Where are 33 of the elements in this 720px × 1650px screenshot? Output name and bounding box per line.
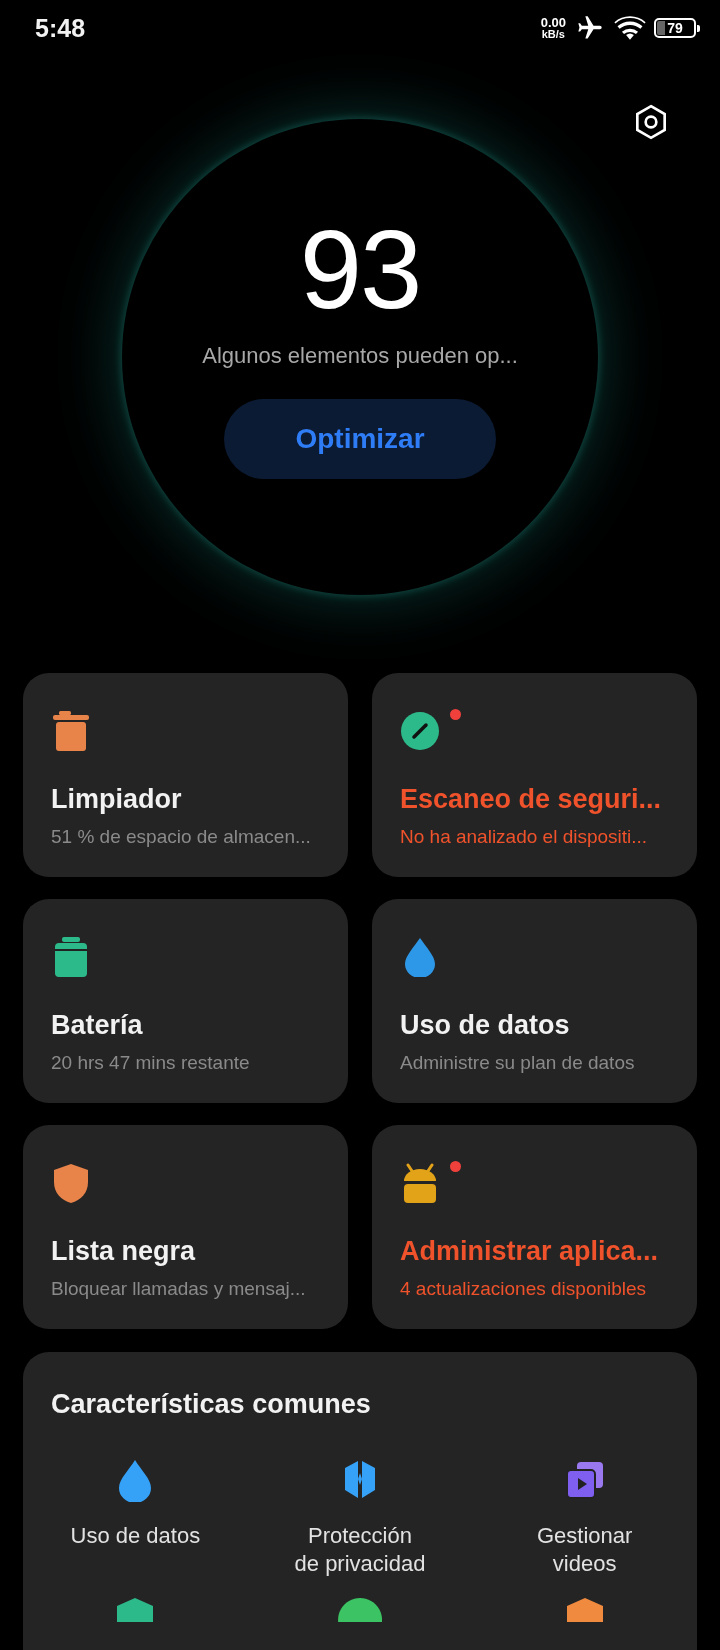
gauge-icon bbox=[400, 711, 440, 751]
card-title: Escaneo de seguri... bbox=[400, 783, 663, 816]
shield-icon bbox=[51, 1163, 91, 1203]
card-title: Lista negra bbox=[51, 1235, 197, 1268]
feature-card[interactable]: Lista negra Bloquear llamadas y mensaj... bbox=[23, 1125, 348, 1329]
clock-time: 5:48 bbox=[35, 13, 86, 43]
feature-card[interactable]: Batería 20 hrs 47 mins restante bbox=[23, 899, 348, 1103]
section-heading: Características comunes bbox=[50, 1388, 372, 1421]
score-message: Algunos elementos pueden op... bbox=[202, 343, 518, 369]
card-subtitle: No ha analizado el dispositi... bbox=[400, 825, 649, 849]
score-value: 93 bbox=[299, 214, 421, 326]
card-subtitle: 4 actualizaciones disponibles bbox=[400, 1277, 648, 1301]
card-title: Limpiador bbox=[51, 783, 183, 816]
card-title: Uso de datos bbox=[400, 1009, 571, 1042]
trash-icon bbox=[51, 711, 91, 751]
battery-level: 79 bbox=[667, 20, 683, 36]
feature-card[interactable]: Administrar aplica... 4 actualizaciones disponibles bbox=[372, 1125, 697, 1329]
network-speed: 0.00 bbox=[540, 16, 566, 29]
feature-card[interactable]: Uso de datos Administre su plan de datos bbox=[372, 899, 697, 1103]
card-subtitle: 51 % de espacio de almacen... bbox=[51, 825, 312, 849]
feature-card[interactable]: Limpiador 51 % de espacio de almacen... bbox=[23, 673, 348, 877]
feature-shortcut[interactable]: Uso de datos bbox=[23, 1458, 248, 1578]
card-subtitle: Bloquear llamadas y mensaj... bbox=[51, 1277, 307, 1301]
card-title: Administrar aplica... bbox=[400, 1235, 660, 1268]
network-speed-unit: kB/s bbox=[541, 29, 565, 40]
card-title: Batería bbox=[51, 1009, 144, 1042]
optimize-button[interactable]: Optimizar bbox=[224, 399, 496, 479]
feature-card[interactable]: Escaneo de seguri... No ha analizado el dispositi... bbox=[372, 673, 697, 877]
feature-shortcut[interactable]: Gestionar videos bbox=[472, 1458, 697, 1578]
feature-shortcut[interactable]: Protección de privacidad bbox=[247, 1458, 473, 1578]
card-subtitle: 20 hrs 47 mins restante bbox=[51, 1051, 251, 1075]
wifi-icon bbox=[614, 15, 646, 41]
card-subtitle: Administre su plan de datos bbox=[400, 1051, 636, 1075]
